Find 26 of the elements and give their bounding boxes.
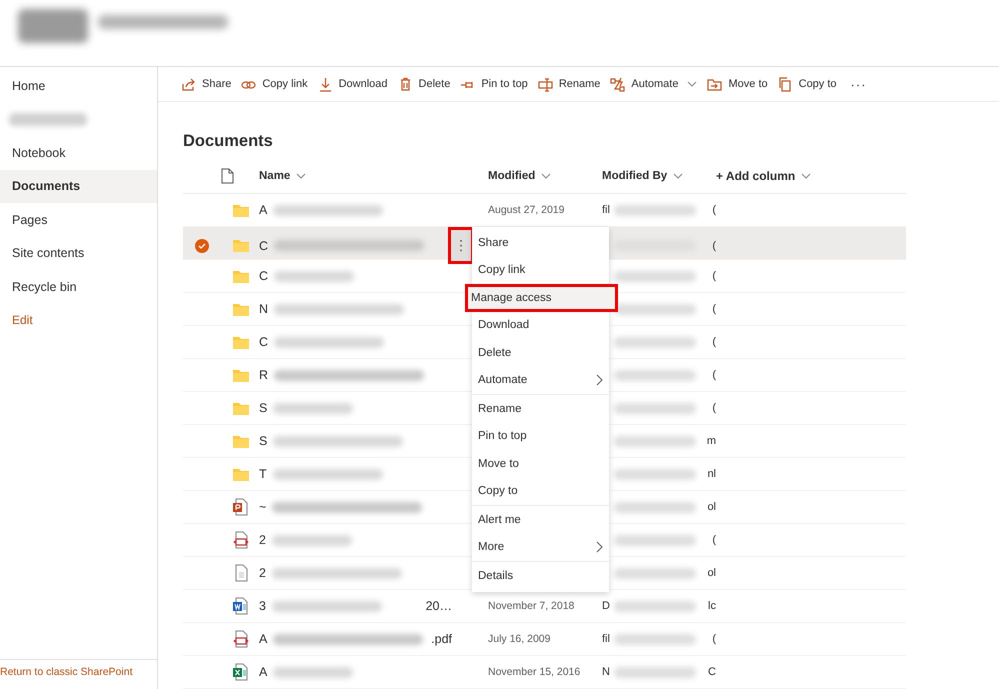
table-cell: nl [707,468,716,480]
table-cell: ( [712,402,716,414]
table-cell: ( [712,303,716,315]
table-cell: ( [712,204,716,216]
file-name-end: 20… [426,599,452,613]
modified-date: November 15, 2016 [488,666,580,678]
table-cell: ( [712,534,716,546]
modified-date: July 16, 2009 [488,633,550,645]
modified-by: fil [602,204,610,216]
table-cell: ( [712,336,716,348]
table-cell: ( [712,240,716,252]
table-cell: ( [712,369,716,381]
table-cell: ol [707,501,716,513]
table-cell: lc [708,600,716,612]
modified-by: fil [602,633,610,645]
table-cell: ( [712,633,716,645]
table-cell: ( [712,270,716,282]
modified-date: November 7, 2018 [488,600,574,612]
table-cell: m [706,435,716,447]
modified-by: N [602,666,610,678]
modified-by: D [602,600,610,612]
page-title: Documents [183,132,274,152]
modified-date: August 27, 2019 [488,204,564,216]
table-cell: C [708,666,716,678]
file-name-end: .pdf [431,632,452,646]
table-cell: ol [707,567,716,579]
